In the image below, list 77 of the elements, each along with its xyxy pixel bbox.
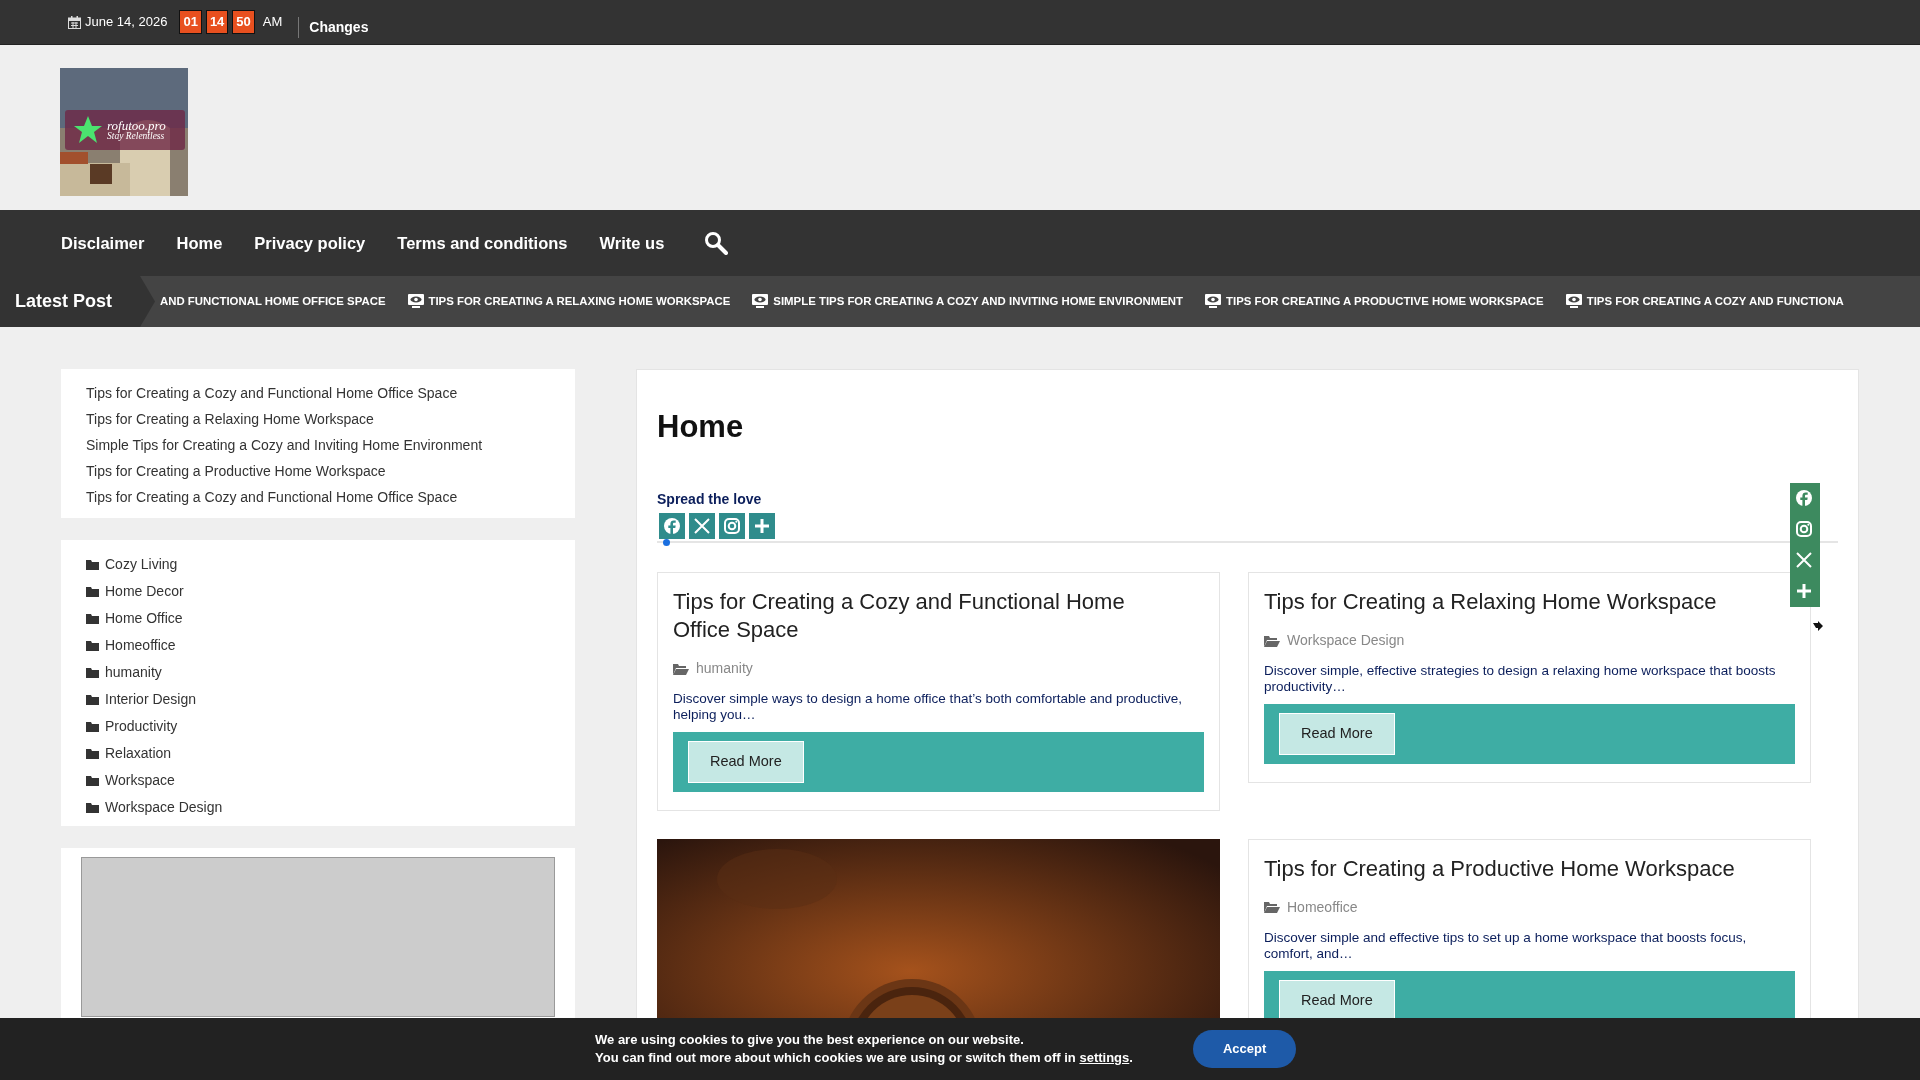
clock-digit: 14 (205, 10, 229, 34)
category-link[interactable]: Workspace Design (1287, 630, 1405, 652)
plus-icon (753, 517, 771, 536)
read-more-button[interactable]: Read More (688, 741, 804, 783)
category-link[interactable]: humanity (86, 659, 550, 686)
nav-link[interactable]: Privacy policy (254, 230, 366, 256)
post-excerpt: Discover simple ways to design a home office that’s both comfortable and productive, helping you… (673, 691, 1184, 724)
category-link[interactable]: Cozy Living (86, 551, 550, 578)
recent-post-link[interactable]: Tips for Creating a Productive Home Workspace (86, 458, 550, 484)
ticker-link[interactable]: TIPS FOR CREATING A PRODUCTIVE HOME WORKSPACE (1205, 292, 1544, 311)
folder-icon (86, 559, 99, 570)
category-link[interactable]: Relaxation (86, 740, 550, 767)
category-link[interactable]: Interior Design (86, 686, 550, 713)
post-excerpt: Discover simple and effective tips to set up a home workspace that boosts focus, comfort, and… (1264, 929, 1748, 962)
folder-icon (86, 586, 99, 597)
category-link[interactable]: Workspace Design (86, 794, 550, 821)
star-icon (73, 115, 103, 145)
meridiem-text: AM (262, 13, 283, 32)
dot-icon (663, 539, 670, 547)
read-more-button[interactable]: Read More (1279, 713, 1395, 755)
ticker-link[interactable]: SIMPLE TIPS FOR CREATING A COZY AND INVITING HOME ENVIRONMENT (752, 292, 1183, 311)
date-text: June 14, 2026 (85, 13, 168, 32)
folder-icon (86, 775, 99, 786)
recent-post-link[interactable]: Tips for Creating a Relaxing Home Workspace (86, 406, 550, 432)
cookie-notice: We are using cookies to give you the best experience on our website. You can find out more about which cookies we are using or switch them off in settings. (595, 1031, 1133, 1067)
ticker-link[interactable]: TIPS FOR CREATING A RELAXING HOME WORKSPACE (407, 292, 731, 311)
category-link[interactable]: Home Office (86, 605, 550, 632)
folder-icon (86, 748, 99, 759)
site-logo[interactable]: rofutoo.pro Stay Relentless (60, 68, 188, 196)
recent-post-link[interactable]: Simple Tips for Creating a Cozy and Inviting Home Environment (86, 432, 550, 458)
calendar-icon (68, 15, 81, 29)
page-title: Home (657, 408, 745, 446)
nav-link[interactable]: Write us (599, 230, 665, 256)
category-link[interactable]: Homeoffice (86, 632, 550, 659)
folder-icon (86, 721, 99, 732)
share-button[interactable] (689, 513, 715, 540)
category-link[interactable]: humanity (696, 658, 753, 680)
share-label: Spread the love (657, 490, 762, 510)
share-button[interactable] (659, 513, 685, 540)
folder-icon (86, 640, 99, 651)
folder-icon (86, 667, 99, 678)
recent-post-link[interactable]: Tips for Creating a Cozy and Functional Home Office Space (86, 380, 550, 406)
nav-link[interactable]: Disclaimer (61, 230, 145, 256)
folder-open-icon (673, 662, 689, 675)
nav-link[interactable]: Home (176, 230, 223, 256)
category-link[interactable]: Productivity (86, 713, 550, 740)
clock-digit: 50 (232, 10, 255, 34)
folder-icon (86, 802, 99, 813)
instagram-icon[interactable] (1795, 519, 1815, 540)
clock-digit: 01 (179, 10, 202, 34)
folder-icon (86, 694, 99, 705)
nav-link[interactable]: Terms and conditions (397, 230, 568, 256)
recent-post-link[interactable]: Tips for Creating a Cozy and Functional Home Office Space (86, 484, 550, 510)
post-title[interactable]: Tips for Creating a Productive Home Workspace (1264, 854, 1735, 883)
ticker-link[interactable]: AND FUNCTIONAL HOME OFFICE SPACE (160, 292, 386, 311)
folder-icon (86, 613, 99, 624)
share-button[interactable] (719, 513, 745, 540)
post-title[interactable]: Tips for Creating a Relaxing Home Workspace (1264, 588, 1717, 617)
search-icon[interactable] (704, 231, 729, 255)
ticker-link[interactable]: TIPS FOR CREATING A COZY AND FUNCTIONA (1565, 292, 1844, 311)
category-link[interactable]: Homeoffice (1287, 896, 1358, 918)
logo-title: rofutoo.pro (107, 118, 166, 132)
logo-tagline: Stay Relentless (107, 131, 165, 142)
arrow-icon (1813, 621, 1823, 631)
share-button[interactable] (749, 513, 775, 540)
category-link[interactable]: Home Decor (86, 578, 550, 605)
accept-button[interactable]: Accept (1192, 1030, 1297, 1068)
folder-open-icon (1264, 634, 1280, 647)
post-title[interactable]: Tips for Creating a Cozy and Functional Home Office Space (673, 588, 1173, 645)
facebook-icon[interactable] (1795, 488, 1815, 509)
x-icon (693, 517, 711, 536)
facebook-icon (663, 517, 681, 536)
post-excerpt: Discover simple, effective strategies to design a relaxing home workspace that boosts productivity… (1264, 663, 1777, 696)
instagram-icon (723, 517, 741, 536)
headline-text[interactable]: Changes (298, 16, 369, 38)
category-link[interactable]: Workspace (86, 767, 550, 794)
folder-open-icon (1264, 901, 1280, 914)
